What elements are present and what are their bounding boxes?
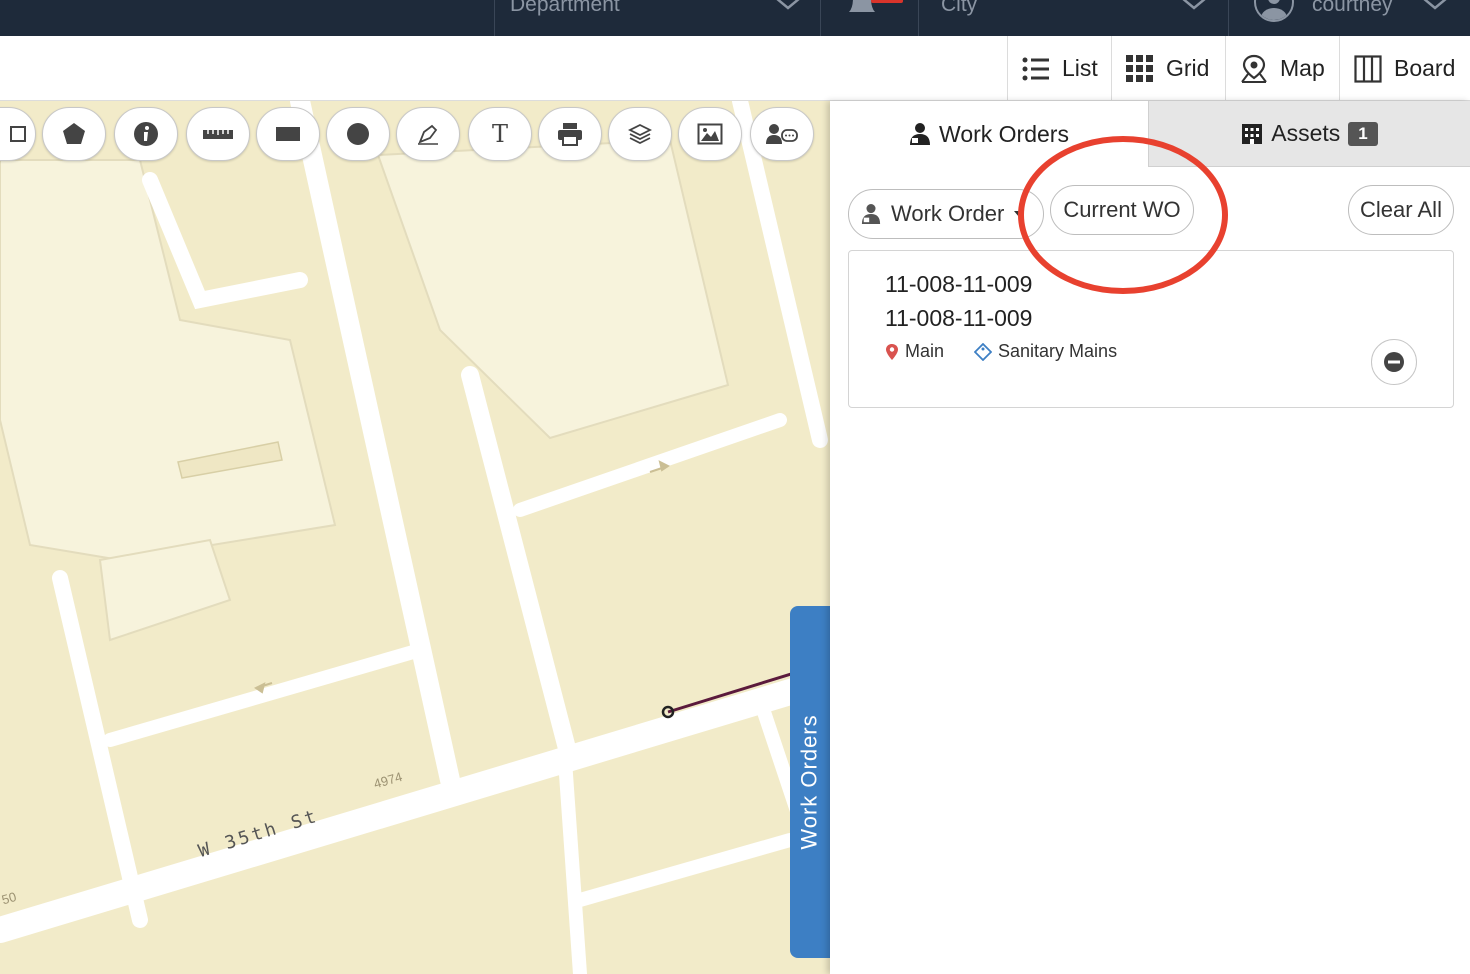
rectangle-tool[interactable] xyxy=(256,107,320,161)
tab-work-orders[interactable]: Work Orders xyxy=(830,101,1148,167)
layers-tool[interactable] xyxy=(608,107,672,161)
map-basemap xyxy=(0,101,830,974)
asset-location: Main xyxy=(905,341,945,361)
minus-circle-icon xyxy=(1384,352,1404,372)
polygon-tool[interactable] xyxy=(42,107,106,161)
tag-icon xyxy=(974,342,993,361)
chevron-down-icon[interactable] xyxy=(774,0,802,14)
info-tool[interactable] xyxy=(114,107,178,161)
layers-icon xyxy=(628,123,652,145)
asset-type: Sanitary Mains xyxy=(998,341,1118,361)
rectangle-select-icon xyxy=(10,126,26,142)
map-pin-icon xyxy=(1241,54,1267,83)
selection-panel: Work Orders Assets 1 Work Order Current … xyxy=(830,101,1470,974)
list-icon xyxy=(1022,57,1049,80)
divider xyxy=(820,0,821,36)
circle-tool[interactable] xyxy=(326,107,390,161)
notification-badge xyxy=(871,0,903,3)
ruler-icon xyxy=(203,130,233,139)
view-board-button[interactable]: Board xyxy=(1339,36,1470,101)
user-comment-icon xyxy=(766,124,798,144)
polygon-icon xyxy=(63,123,85,144)
asset-id: 11-008-11-009 xyxy=(885,271,1033,297)
rectangle-icon xyxy=(276,127,300,141)
board-icon xyxy=(1354,54,1382,83)
current-wo-label: Current WO xyxy=(1063,197,1181,222)
print-tool[interactable] xyxy=(538,107,602,161)
view-list-button[interactable]: List xyxy=(1007,36,1111,101)
draw-icon xyxy=(418,124,438,145)
view-grid-button[interactable]: Grid xyxy=(1111,36,1225,101)
view-list-label: List xyxy=(1062,55,1098,81)
view-grid-label: Grid xyxy=(1166,55,1210,81)
work-order-filter-dropdown[interactable]: Work Order xyxy=(848,189,1044,239)
chevron-down-icon[interactable] xyxy=(1180,0,1208,14)
map-canvas[interactable]: W 35th St 4974 50 xyxy=(0,101,830,974)
print-icon xyxy=(558,123,582,146)
view-board-label: Board xyxy=(1394,55,1456,81)
caret-down-icon xyxy=(1014,211,1025,217)
draw-tool[interactable] xyxy=(396,107,460,161)
divider xyxy=(494,0,495,36)
clear-all-button[interactable]: Clear All xyxy=(1348,185,1454,235)
avatar-icon[interactable] xyxy=(1254,0,1294,22)
clear-all-label: Clear All xyxy=(1360,197,1442,222)
work-order-filter-label: Work Order xyxy=(891,201,1005,226)
building-icon xyxy=(1242,123,1263,144)
chevron-down-icon[interactable] xyxy=(1421,0,1449,14)
worker-icon xyxy=(861,204,881,224)
selected-asset-card[interactable]: 11-008-11-009 11-008-11-009 Main Sanitar… xyxy=(848,250,1454,408)
measure-tool[interactable] xyxy=(186,107,250,161)
user-menu[interactable]: courtney xyxy=(1312,0,1393,17)
asset-meta: Main Sanitary Mains xyxy=(885,341,1117,362)
view-map-label: Map xyxy=(1280,55,1325,81)
worker-icon xyxy=(910,123,931,145)
assets-count-badge: 1 xyxy=(1348,121,1378,146)
top-navigation-bar: Department City courtney xyxy=(0,0,1470,36)
city-select[interactable]: City xyxy=(941,0,977,17)
current-wo-button[interactable]: Current WO xyxy=(1050,185,1194,235)
tab-assets[interactable]: Assets 1 xyxy=(1148,101,1470,167)
image-tool[interactable] xyxy=(678,107,742,161)
user-comment-tool[interactable] xyxy=(750,107,814,161)
asset-id-secondary: 11-008-11-009 xyxy=(885,305,1033,331)
text-icon: T xyxy=(491,120,508,148)
tab-assets-label: Assets xyxy=(1271,120,1341,146)
text-tool[interactable]: T xyxy=(468,107,532,161)
info-icon xyxy=(134,122,158,146)
circle-icon xyxy=(347,123,369,145)
location-pin-icon xyxy=(886,343,898,360)
department-select[interactable]: Department xyxy=(510,0,620,17)
grid-icon xyxy=(1126,54,1153,82)
work-orders-side-tab-label: Work Orders xyxy=(797,714,822,850)
work-orders-side-tab[interactable]: Work Orders xyxy=(790,606,830,958)
divider xyxy=(1228,0,1229,36)
image-icon xyxy=(697,123,723,145)
view-map-button[interactable]: Map xyxy=(1225,36,1339,101)
divider xyxy=(918,0,919,36)
tab-work-orders-label: Work Orders xyxy=(939,120,1069,147)
remove-asset-button[interactable] xyxy=(1371,339,1417,385)
